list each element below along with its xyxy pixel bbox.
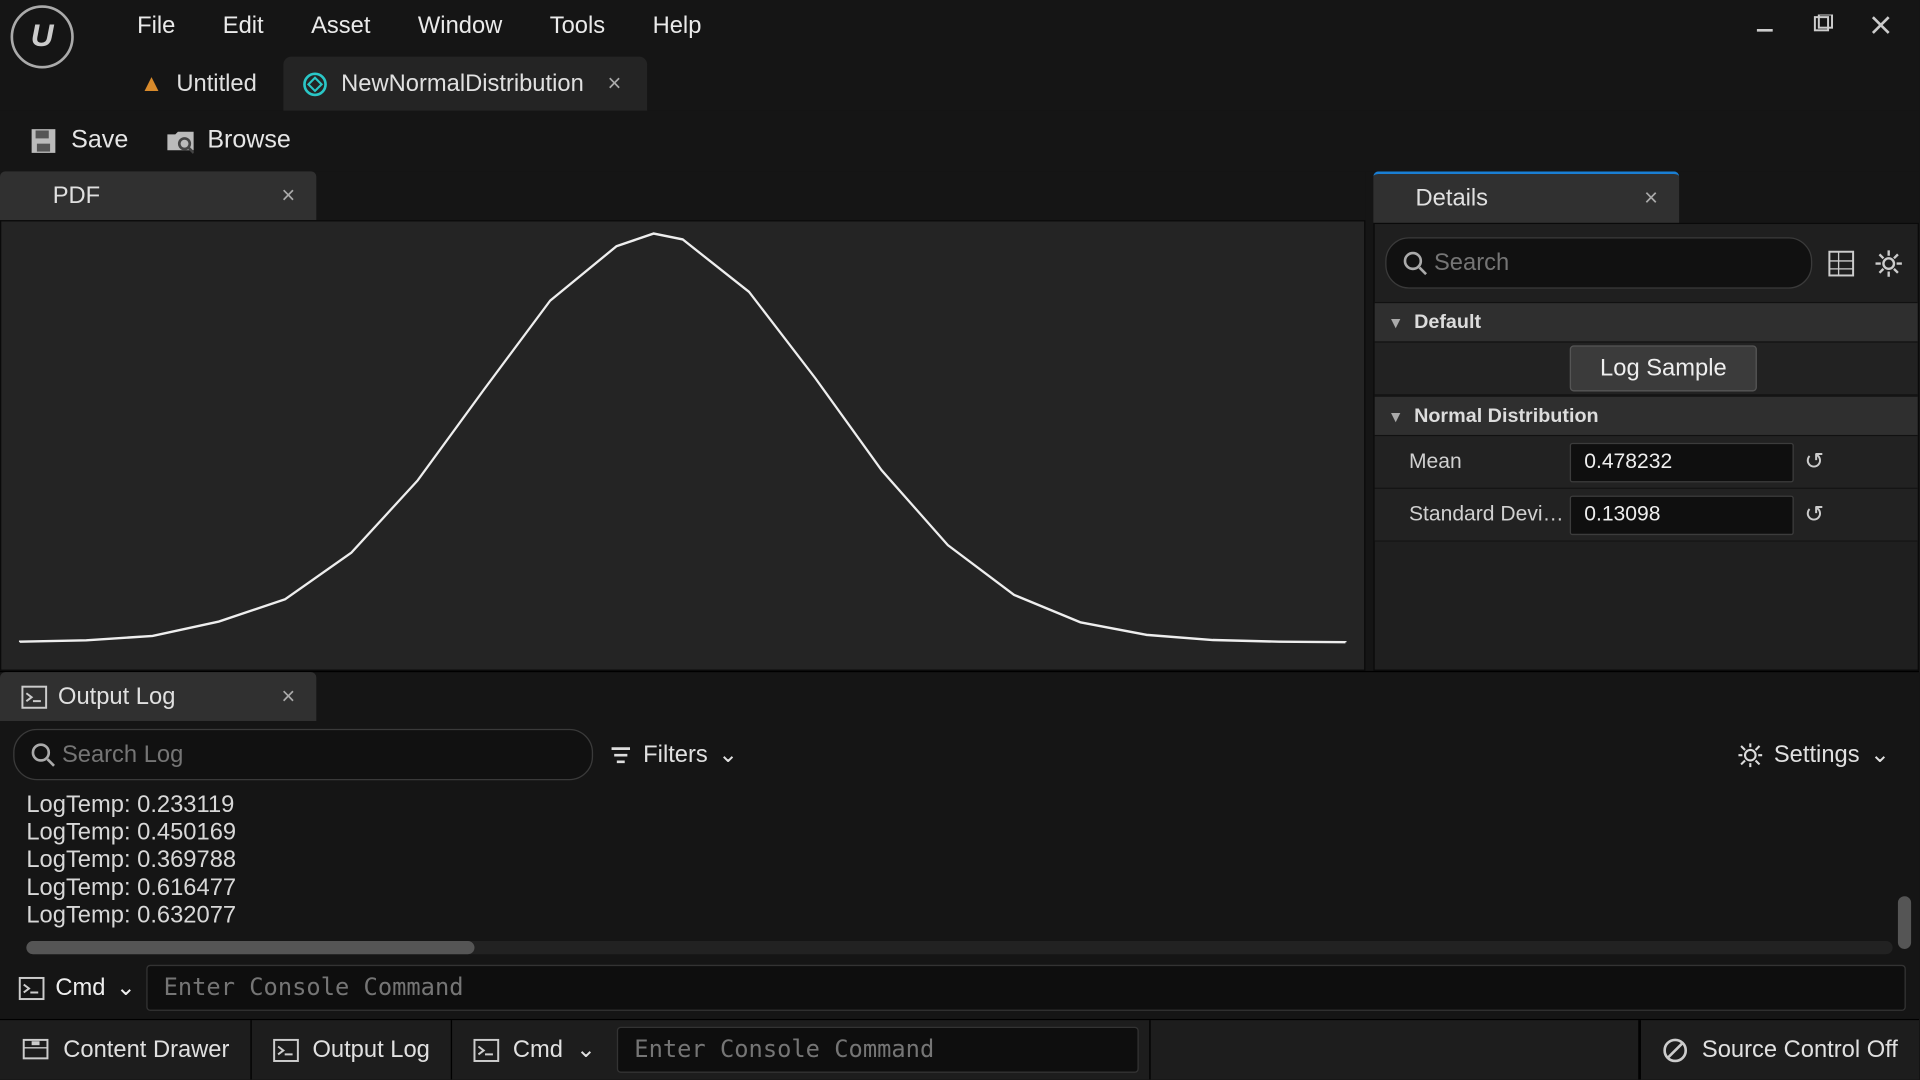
tab-asset-newnormaldistribution[interactable]: NewNormalDistribution ×	[283, 57, 648, 111]
browse-button[interactable]: Browse	[165, 127, 291, 156]
log-vertical-scrollbar[interactable]	[1898, 896, 1911, 949]
log-horizontal-scrollbar[interactable]	[26, 941, 1892, 954]
tab-untitled-level[interactable]: ▲ Untitled	[121, 57, 283, 111]
details-tab-label: Details	[1416, 185, 1489, 213]
log-line: LogTemp: 0.450169	[26, 818, 1892, 846]
category-normal-distribution[interactable]: ▼ Normal Distribution	[1375, 395, 1918, 436]
property-matrix-button[interactable]	[1823, 244, 1860, 281]
details-tab-close[interactable]: ×	[1644, 185, 1658, 213]
menu-file[interactable]: File	[113, 1, 199, 50]
log-line: LogTemp: 0.616477	[26, 874, 1892, 902]
browse-label: Browse	[207, 127, 291, 156]
expand-arrow-icon: ▼	[1388, 407, 1404, 425]
log-filters-button[interactable]: Filters ⌄	[609, 741, 738, 769]
drawer-icon	[21, 1037, 50, 1063]
browse-icon	[165, 127, 194, 156]
tab-close-button[interactable]: ×	[607, 70, 621, 98]
tab-label: Untitled	[176, 70, 256, 98]
chevron-down-icon: ⌄	[1870, 741, 1890, 769]
prohibit-icon	[1662, 1037, 1688, 1063]
category-label: Default	[1414, 311, 1481, 333]
log-line: LogTemp: 0.369788	[26, 846, 1892, 874]
status-console-command-input[interactable]	[617, 1027, 1139, 1073]
output-log-tab-close[interactable]: ×	[281, 683, 295, 711]
window-close-button[interactable]	[1866, 11, 1895, 40]
menu-edit[interactable]: Edit	[199, 1, 287, 50]
terminal-icon	[473, 1038, 499, 1062]
log-settings-button[interactable]: Settings ⌄	[1737, 741, 1906, 769]
settings-label: Settings	[1774, 741, 1860, 769]
log-search-field[interactable]	[57, 735, 576, 773]
asset-icon	[302, 71, 328, 97]
search-icon	[1402, 250, 1428, 276]
log-line: LogTemp: 0.233119	[26, 791, 1892, 819]
search-icon	[30, 741, 56, 767]
window-maximize-button[interactable]	[1808, 11, 1837, 40]
save-label: Save	[71, 127, 128, 156]
save-button[interactable]: Save	[29, 127, 128, 156]
source-control-label: Source Control Off	[1702, 1036, 1898, 1064]
expand-arrow-icon: ▼	[1388, 313, 1404, 331]
chevron-down-icon: ⌄	[116, 974, 136, 1002]
menu-window[interactable]: Window	[394, 1, 526, 50]
cmd-selector[interactable]: Cmd ⌄	[18, 974, 135, 1002]
tab-output-log[interactable]: Output Log ×	[0, 672, 316, 721]
filter-icon	[609, 743, 633, 767]
details-search-field[interactable]	[1429, 244, 1795, 282]
menu-tools[interactable]: Tools	[526, 1, 629, 50]
log-text-area[interactable]: LogTemp: 0.233119LogTemp: 0.450169LogTem…	[0, 788, 1919, 938]
pdf-tab-close[interactable]: ×	[281, 182, 295, 210]
tab-details[interactable]: Details ×	[1373, 171, 1679, 222]
console-command-input[interactable]	[146, 965, 1905, 1011]
source-control-button[interactable]: Source Control Off	[1640, 1020, 1919, 1079]
terminal-icon	[273, 1038, 299, 1062]
menu-asset[interactable]: Asset	[287, 1, 394, 50]
cmd-label: Cmd	[55, 974, 105, 1002]
std-input[interactable]	[1570, 495, 1794, 535]
status-cmd-label: Cmd	[513, 1036, 563, 1064]
status-cmd-selector[interactable]: Cmd ⌄	[452, 1020, 617, 1079]
category-default[interactable]: ▼ Default	[1375, 302, 1918, 343]
log-search-input[interactable]	[13, 729, 593, 780]
tab-label: NewNormalDistribution	[341, 70, 584, 98]
pdf-tab-label: PDF	[53, 182, 100, 210]
std-label: Standard Devi…	[1375, 503, 1570, 527]
tab-pdf[interactable]: PDF ×	[0, 171, 316, 220]
log-sample-button[interactable]: Log Sample	[1570, 345, 1757, 391]
mean-input[interactable]	[1570, 442, 1794, 482]
output-log-tab-label: Output Log	[58, 683, 175, 711]
filters-label: Filters	[643, 741, 708, 769]
content-drawer-button[interactable]: Content Drawer	[0, 1020, 252, 1079]
reset-mean-button[interactable]: ↺	[1804, 448, 1824, 476]
reset-std-button[interactable]: ↺	[1804, 501, 1824, 529]
save-icon	[29, 127, 58, 156]
pdf-plot	[0, 220, 1365, 671]
log-line: LogTemp: 0.632077	[26, 902, 1892, 930]
content-drawer-label: Content Drawer	[63, 1036, 229, 1064]
status-output-log-label: Output Log	[312, 1036, 429, 1064]
menu-help[interactable]: Help	[629, 1, 725, 50]
terminal-icon	[18, 976, 44, 1000]
status-output-log-button[interactable]: Output Log	[252, 1020, 452, 1079]
category-label: Normal Distribution	[1414, 405, 1599, 427]
window-minimize-button[interactable]	[1750, 11, 1779, 40]
details-settings-button[interactable]	[1870, 244, 1907, 281]
level-icon: ▲	[140, 70, 163, 98]
chevron-down-icon: ⌄	[576, 1036, 596, 1064]
details-search-input[interactable]	[1385, 237, 1812, 288]
gear-icon	[1737, 741, 1763, 767]
terminal-icon	[21, 685, 47, 709]
chevron-down-icon: ⌄	[718, 741, 738, 769]
mean-label: Mean	[1375, 450, 1570, 474]
